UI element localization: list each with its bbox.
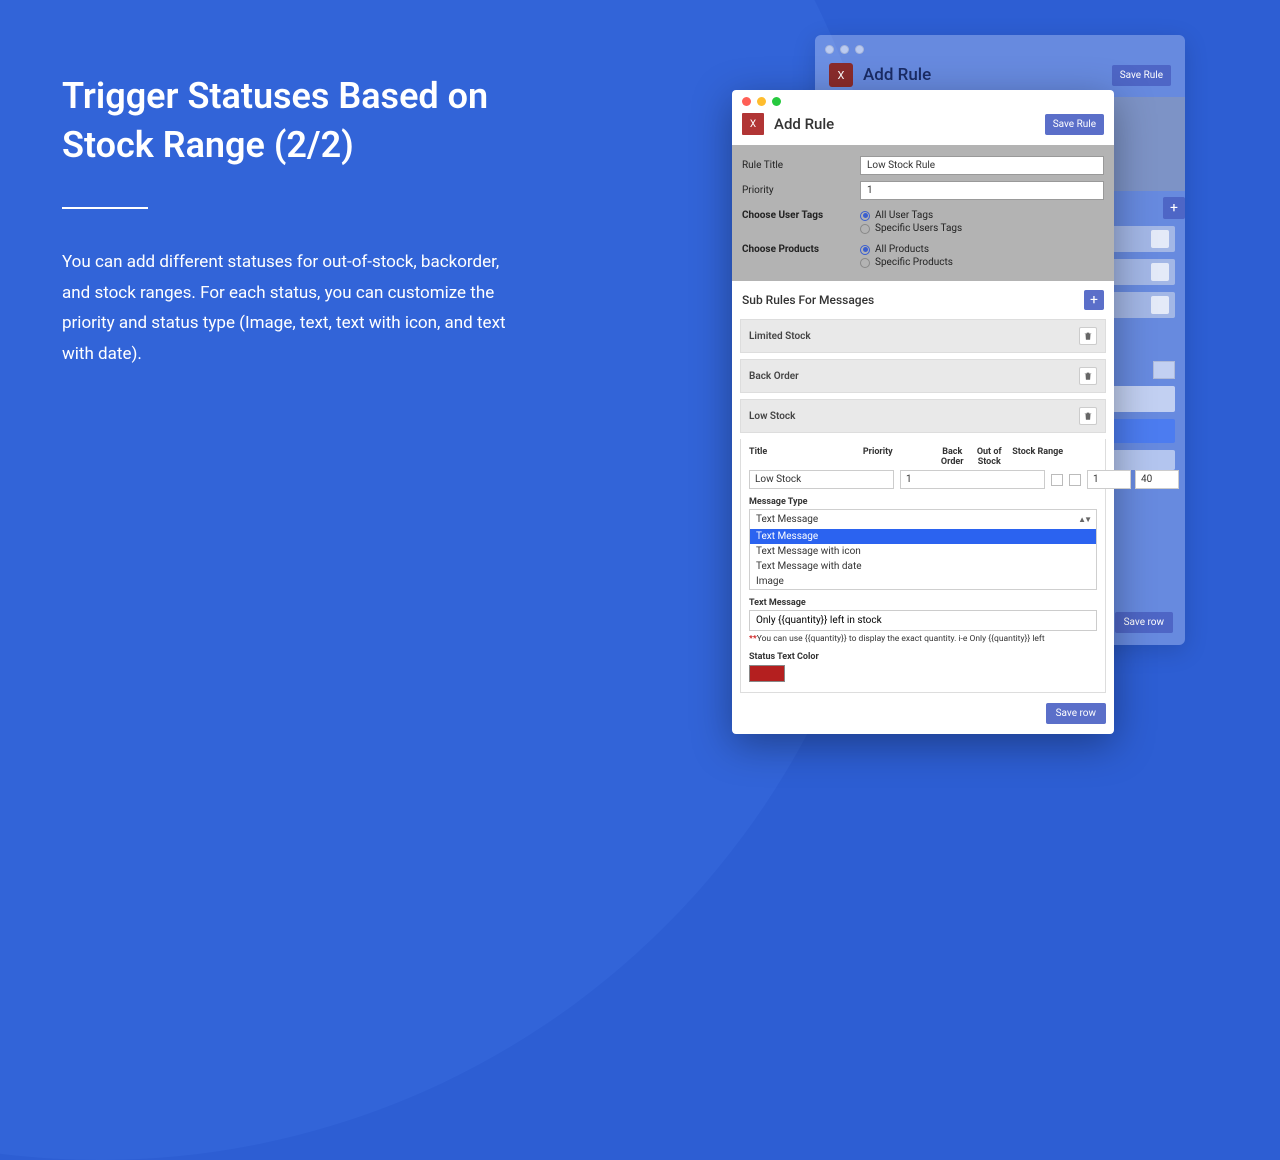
- col-back-order: Back Order: [938, 447, 966, 467]
- save-rule-button[interactable]: Save Rule: [1112, 65, 1171, 86]
- close-button[interactable]: X: [742, 113, 764, 135]
- user-tags-all-radio[interactable]: All User Tags: [860, 210, 962, 221]
- subrule-detail-panel: Title Priority Back Order Out of Stock S…: [740, 439, 1106, 693]
- col-title: Title: [749, 447, 857, 467]
- close-icon[interactable]: X: [829, 63, 853, 87]
- add-subrule-button[interactable]: +: [1084, 290, 1104, 310]
- priority-input[interactable]: [860, 181, 1104, 200]
- save-rule-button[interactable]: Save Rule: [1045, 114, 1104, 135]
- text-message-hint: **You can use {{quantity}} to display th…: [749, 634, 1097, 644]
- text-message-input[interactable]: [749, 610, 1097, 631]
- modal-title: Add Rule: [774, 115, 1035, 133]
- message-type-option[interactable]: Text Message with date: [750, 559, 1096, 574]
- trash-icon[interactable]: [1079, 367, 1097, 385]
- user-tags-label: Choose User Tags: [742, 210, 860, 221]
- status-text-color-label: Status Text Color: [749, 652, 1097, 662]
- detail-priority-input[interactable]: [900, 470, 1045, 489]
- rule-title-label: Rule Title: [742, 160, 860, 171]
- add-rule-modal: X Add Rule Save Rule Rule Title Priority…: [732, 90, 1114, 734]
- save-row-button[interactable]: Save row: [1046, 703, 1106, 724]
- message-type-label: Message Type: [749, 497, 1097, 507]
- col-priority: Priority: [863, 447, 932, 467]
- minimize-window-dot[interactable]: [757, 97, 766, 106]
- stock-range-from-input[interactable]: [1087, 470, 1131, 489]
- subrules-heading: Sub Rules For Messages: [742, 293, 874, 307]
- hero-copy: Trigger Statuses Based on Stock Range (2…: [62, 72, 522, 370]
- message-type-option[interactable]: Image: [750, 574, 1096, 589]
- hero-divider: [62, 207, 148, 209]
- subrule-back-order[interactable]: Back Order: [740, 359, 1106, 393]
- message-type-option[interactable]: Text Message: [750, 529, 1096, 544]
- chevron-updown-icon: ▲▼: [1078, 515, 1090, 524]
- status-color-swatch[interactable]: [749, 665, 785, 682]
- hero-headline: Trigger Statuses Based on Stock Range (2…: [62, 72, 522, 169]
- subrule-low-stock[interactable]: Low Stock: [740, 399, 1106, 433]
- products-specific-radio[interactable]: Specific Products: [860, 257, 953, 268]
- back-order-checkbox[interactable]: [1051, 474, 1063, 486]
- close-window-dot[interactable]: [742, 97, 751, 106]
- products-all-radio[interactable]: All Products: [860, 244, 953, 255]
- trash-icon[interactable]: [1079, 327, 1097, 345]
- rule-settings-panel: Rule Title Priority Choose User Tags All…: [732, 145, 1114, 281]
- trash-icon[interactable]: [1079, 407, 1097, 425]
- stock-range-to-input[interactable]: [1135, 470, 1179, 489]
- window-titlebar: [732, 90, 1114, 109]
- text-message-label: Text Message: [749, 598, 1097, 608]
- trash-icon[interactable]: [1151, 263, 1169, 281]
- rule-title-input[interactable]: [860, 156, 1104, 175]
- trash-icon[interactable]: [1151, 296, 1169, 314]
- user-tags-specific-radio[interactable]: Specific Users Tags: [860, 223, 962, 234]
- message-type-select[interactable]: Text Message ▲▼ Text Message Text Messag…: [749, 509, 1097, 590]
- message-type-option[interactable]: Text Message with icon: [750, 544, 1096, 559]
- add-icon[interactable]: +: [1163, 197, 1185, 219]
- modal-title: Add Rule: [863, 65, 1102, 85]
- message-type-selected: Text Message: [756, 514, 818, 525]
- subrule-limited-stock[interactable]: Limited Stock: [740, 319, 1106, 353]
- maximize-window-dot[interactable]: [772, 97, 781, 106]
- trash-icon[interactable]: [1151, 230, 1169, 248]
- col-out-of-stock: Out of Stock: [972, 447, 1006, 467]
- out-of-stock-checkbox[interactable]: [1069, 474, 1081, 486]
- save-row-button[interactable]: Save row: [1115, 612, 1173, 633]
- products-label: Choose Products: [742, 244, 860, 255]
- col-stock-range: Stock Range: [1012, 447, 1097, 467]
- detail-title-input[interactable]: [749, 470, 894, 489]
- hero-body: You can add different statuses for out-o…: [62, 247, 522, 369]
- priority-label: Priority: [742, 185, 860, 196]
